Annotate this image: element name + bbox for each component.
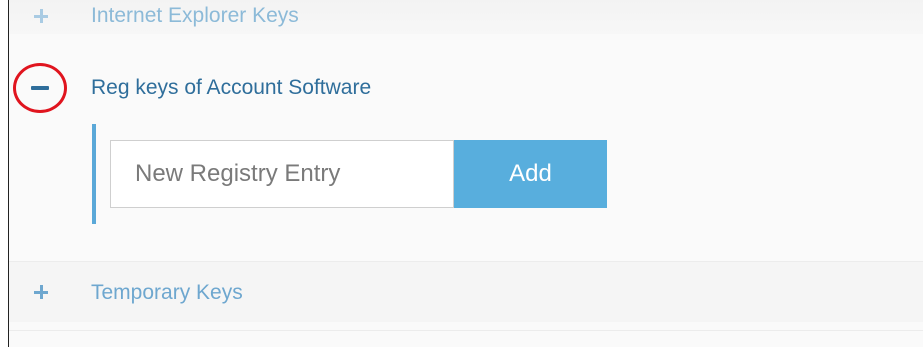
expand-toggle[interactable] (27, 2, 55, 30)
collapse-toggle[interactable] (13, 63, 67, 113)
plus-icon (34, 9, 48, 23)
minus-icon (31, 86, 49, 90)
add-button[interactable]: Add (454, 140, 607, 208)
registry-keys-panel: Internet Explorer Keys Reg keys of Accou… (8, 0, 923, 347)
expanded-indicator-bar (92, 124, 96, 224)
expand-toggle[interactable] (27, 278, 55, 306)
tree-item-label[interactable]: Internet Explorer Keys (91, 4, 299, 28)
tree-item-label[interactable]: Reg keys of Account Software (91, 76, 371, 100)
tree-item-internet-explorer-keys[interactable]: Internet Explorer Keys (9, 0, 923, 34)
plus-icon (34, 285, 48, 299)
divider (9, 330, 923, 331)
tree-item-temporary-keys[interactable]: Temporary Keys (9, 262, 923, 322)
tree-item-reg-keys-account-software[interactable]: Reg keys of Account Software (9, 60, 923, 116)
new-registry-entry-input[interactable] (110, 140, 454, 208)
tree-item-label[interactable]: Temporary Keys (91, 281, 243, 305)
new-entry-form: Add (92, 124, 612, 224)
